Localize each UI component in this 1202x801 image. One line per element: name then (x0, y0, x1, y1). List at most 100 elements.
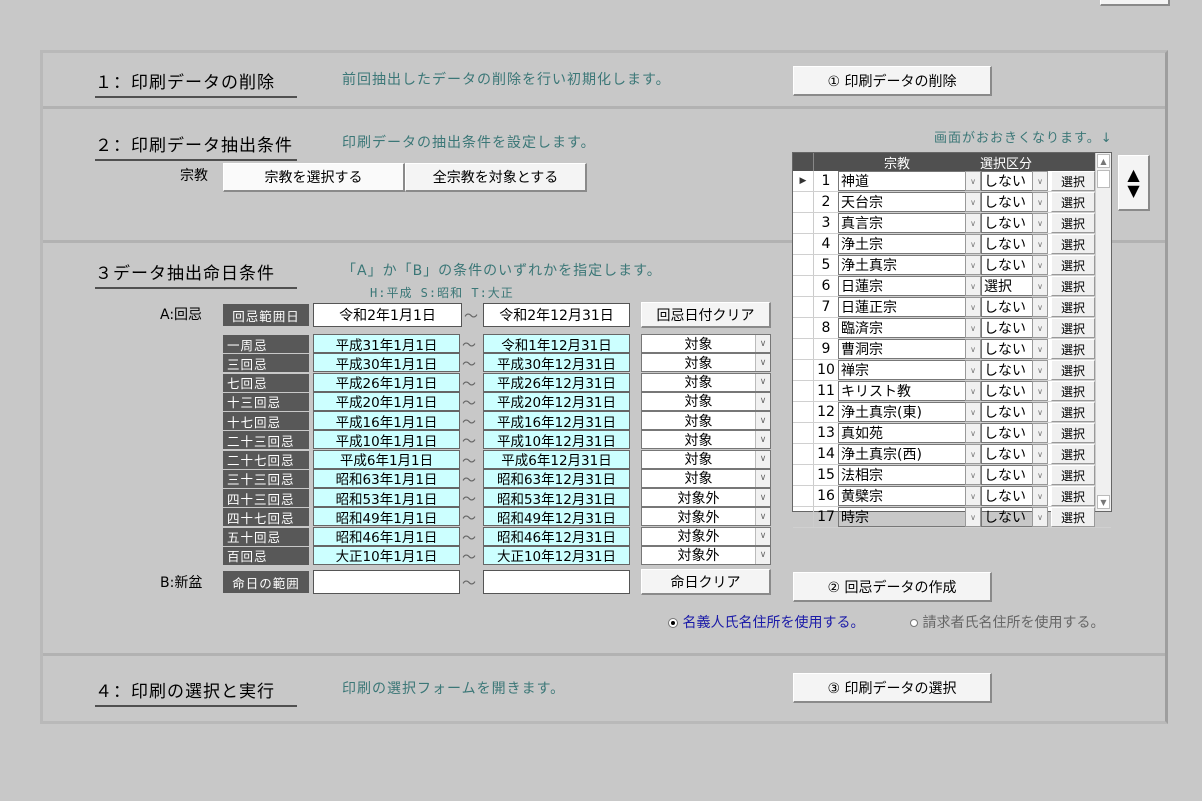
chevron-down-icon[interactable]: ∨ (965, 297, 981, 317)
pick-button[interactable]: 選択 (1051, 444, 1095, 464)
list-item[interactable]: 16 黄檗宗 ∨ しない ∨ 選択 (793, 486, 1111, 507)
chevron-down-icon[interactable]: ∨ (965, 192, 981, 212)
chevron-down-icon[interactable]: ∨ (755, 527, 770, 545)
row-selector[interactable] (793, 276, 814, 296)
chevron-down-icon[interactable]: ∨ (755, 450, 770, 468)
kaiki-target-select[interactable]: 対象外 ∨ (641, 507, 771, 527)
chevron-down-icon[interactable]: ∨ (755, 508, 770, 526)
pick-button[interactable]: 選択 (1051, 297, 1095, 317)
chevron-down-icon[interactable]: ∨ (1032, 171, 1048, 191)
list-item[interactable]: 15 法相宗 ∨ しない ∨ 選択 (793, 465, 1111, 486)
scroll-down-arrow-icon[interactable]: ▼ (1097, 495, 1110, 509)
kaiki-from-field[interactable]: 大正10年1月1日 (313, 545, 460, 565)
chevron-down-icon[interactable]: ∨ (965, 402, 981, 422)
chevron-down-icon[interactable]: ∨ (755, 546, 770, 564)
chevron-down-icon[interactable]: ∨ (1032, 213, 1048, 233)
chevron-down-icon[interactable]: ∨ (1032, 318, 1048, 338)
a-clear-button[interactable]: 回忌日付クリア (641, 302, 771, 328)
religion-name-field[interactable]: 浄土真宗(東) (838, 402, 965, 422)
chevron-down-icon[interactable]: ∨ (755, 373, 770, 391)
religion-name-field[interactable]: 時宗 (838, 507, 965, 527)
religion-name-field[interactable]: 浄土真宗 (838, 255, 965, 275)
chevron-down-icon[interactable]: ∨ (965, 381, 981, 401)
chevron-down-icon[interactable]: ∨ (755, 412, 770, 429)
chevron-down-icon[interactable]: ∨ (1032, 444, 1048, 464)
selection-status-field[interactable]: しない (981, 255, 1032, 275)
kaiki-to-field[interactable]: 昭和63年12月31日 (483, 468, 630, 488)
chevron-down-icon[interactable]: ∨ (965, 423, 981, 443)
row-selector[interactable] (793, 318, 814, 338)
chevron-down-icon[interactable]: ∨ (1032, 360, 1048, 380)
list-scrollbar[interactable]: ▲ ▼ (1095, 153, 1111, 511)
kaiki-target-select[interactable]: 対象 ∨ (641, 372, 771, 392)
religion-name-field[interactable]: 真言宗 (838, 213, 965, 233)
row-selector[interactable] (793, 234, 814, 254)
kaiki-target-select[interactable]: 対象 ∨ (641, 391, 771, 411)
list-item[interactable]: 3 真言宗 ∨ しない ∨ 選択 (793, 213, 1111, 234)
list-item[interactable]: 5 浄土真宗 ∨ しない ∨ 選択 (793, 255, 1111, 276)
selection-status-field[interactable]: しない (981, 465, 1032, 485)
selection-status-field[interactable]: しない (981, 234, 1032, 254)
radio-owner[interactable]: 名義人氏名住所を使用する。 (668, 612, 864, 632)
selection-status-field[interactable]: しない (981, 192, 1032, 212)
kaiki-target-select[interactable]: 対象外 ∨ (641, 545, 771, 565)
radio-claimant-icon[interactable] (910, 619, 918, 627)
chevron-down-icon[interactable]: ∨ (1032, 465, 1048, 485)
chevron-down-icon[interactable]: ∨ (965, 444, 981, 464)
kaiki-target-select[interactable]: 対象 ∨ (641, 334, 771, 353)
selection-status-field[interactable]: しない (981, 213, 1032, 233)
kaiki-from-field[interactable]: 平成31年1月1日 (313, 334, 460, 354)
b-clear-button[interactable]: 命日クリア (641, 569, 771, 595)
pick-button[interactable]: 選択 (1051, 213, 1095, 233)
pick-button[interactable]: 選択 (1051, 381, 1095, 401)
pick-button[interactable]: 選択 (1051, 360, 1095, 380)
chevron-down-icon[interactable]: ∨ (755, 469, 770, 487)
chevron-down-icon[interactable]: ∨ (1032, 276, 1048, 296)
kaiki-target-select[interactable]: 対象 ∨ (641, 468, 771, 488)
kaiki-to-field[interactable]: 昭和53年12月31日 (483, 488, 630, 508)
chevron-down-icon[interactable]: ∨ (1032, 486, 1048, 506)
list-item[interactable]: 17 時宗 ∨ しない ∨ 選択 (793, 507, 1111, 528)
kaiki-to-field[interactable]: 平成20年12月31日 (483, 391, 630, 411)
chevron-down-icon[interactable]: ∨ (1032, 255, 1048, 275)
kaiki-to-field[interactable]: 令和1年12月31日 (483, 334, 630, 354)
pick-button[interactable]: 選択 (1051, 234, 1095, 254)
kaiki-to-field[interactable]: 平成6年12月31日 (483, 449, 630, 469)
row-selector[interactable] (793, 339, 814, 359)
delete-print-data-button[interactable]: ① 印刷データの削除 (793, 66, 992, 96)
chevron-down-icon[interactable]: ∨ (1032, 339, 1048, 359)
religion-name-field[interactable]: 曹洞宗 (838, 339, 965, 359)
kaiki-target-select[interactable]: 対象外 ∨ (641, 526, 771, 546)
kaiki-to-field[interactable]: 平成26年12月31日 (483, 372, 630, 392)
chevron-down-icon[interactable]: ∨ (965, 465, 981, 485)
chevron-down-icon[interactable]: ∨ (1032, 297, 1048, 317)
religion-name-field[interactable]: 浄土真宗(西) (838, 444, 965, 464)
row-selector[interactable] (793, 213, 814, 233)
pick-button[interactable]: 選択 (1051, 276, 1095, 296)
kaiki-from-field[interactable]: 平成30年1月1日 (313, 353, 460, 373)
row-selector[interactable] (793, 381, 814, 401)
row-selector[interactable] (793, 507, 814, 527)
a-from-field[interactable]: 令和2年1月1日 (313, 303, 462, 327)
pick-button[interactable]: 選択 (1051, 171, 1095, 191)
chevron-down-icon[interactable]: ∨ (755, 431, 770, 449)
chevron-down-icon[interactable]: ∨ (965, 507, 981, 527)
kaiki-target-select[interactable]: 対象 ∨ (641, 449, 771, 469)
kaiki-from-field[interactable]: 昭和63年1月1日 (313, 468, 460, 488)
row-selector[interactable] (793, 297, 814, 317)
radio-claimant[interactable]: 請求者氏名住所を使用する。 (910, 612, 1104, 632)
kaiki-from-field[interactable]: 平成16年1月1日 (313, 411, 460, 431)
chevron-down-icon[interactable]: ∨ (965, 171, 981, 191)
row-selector[interactable] (793, 255, 814, 275)
list-item[interactable]: 14 浄土真宗(西) ∨ しない ∨ 選択 (793, 444, 1111, 465)
list-item[interactable]: 11 キリスト教 ∨ しない ∨ 選択 (793, 381, 1111, 402)
row-selector[interactable] (793, 192, 814, 212)
chevron-down-icon[interactable]: ∨ (1032, 423, 1048, 443)
kaiki-from-field[interactable]: 平成6年1月1日 (313, 449, 460, 469)
list-item[interactable]: 8 臨済宗 ∨ しない ∨ 選択 (793, 318, 1111, 339)
pick-button[interactable]: 選択 (1051, 402, 1095, 422)
chevron-down-icon[interactable]: ∨ (965, 276, 981, 296)
kaiki-from-field[interactable]: 平成10年1月1日 (313, 430, 460, 450)
kaiki-from-field[interactable]: 平成26年1月1日 (313, 372, 460, 392)
religion-list[interactable]: 宗教 選択区分 ▶ 1 神道 ∨ しない ∨ 選択 2 天台宗 ∨ しない ∨ 選択 3 真言宗 ∨ しない ∨ 選… (792, 152, 1112, 528)
